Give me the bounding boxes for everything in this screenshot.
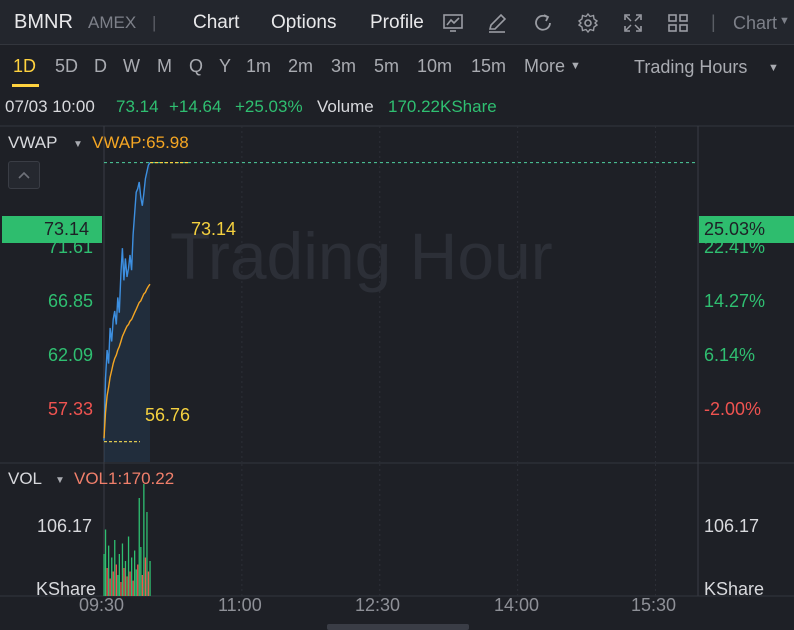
price-axis-label: 66.85 <box>48 291 94 311</box>
volume-bar <box>147 571 150 596</box>
volume-bar <box>138 498 140 596</box>
volume-bar <box>143 484 145 596</box>
volume-indicator-select[interactable]: VOL <box>8 469 42 489</box>
volume-bar <box>104 529 107 596</box>
price-axis-label: 62.09 <box>48 345 94 365</box>
volume-bar <box>124 561 127 596</box>
high-price-marker: 73.14 <box>191 219 237 239</box>
volume-bar <box>129 571 131 596</box>
volume-bar <box>103 554 105 596</box>
low-price-marker: 56.76 <box>145 405 191 425</box>
volume-unit-label-right: KShare <box>704 579 765 599</box>
volume-bar <box>123 568 125 596</box>
volume-bar <box>146 512 148 596</box>
volume-bar <box>135 569 137 596</box>
volume-bar <box>134 550 136 596</box>
price-series-layer <box>103 162 698 462</box>
volume-bar <box>127 536 130 596</box>
volume-bar <box>144 557 147 596</box>
pct-axis-label: 22.41% <box>704 237 766 257</box>
volume-bars-layer <box>103 484 151 596</box>
price-axis-label: 57.33 <box>48 399 94 419</box>
volume-bar <box>111 557 113 596</box>
volume-bar <box>114 540 116 596</box>
time-axis-label: 15:30 <box>631 595 677 615</box>
volume-bar <box>141 575 143 596</box>
chart-scrollbar[interactable] <box>327 624 469 630</box>
volume-bar <box>109 578 111 596</box>
time-axis-label: 14:00 <box>494 595 540 615</box>
time-axis-label: 12:30 <box>355 595 401 615</box>
volume-bar <box>120 582 122 596</box>
volume-indicator-dropdown-icon[interactable]: ▼ <box>55 475 65 486</box>
pct-axis-label: 14.27% <box>704 291 766 311</box>
volume-bar <box>137 564 139 596</box>
price-area <box>104 162 150 462</box>
volume-bar <box>108 545 110 596</box>
time-axis-label: 09:30 <box>79 595 125 615</box>
volume-indicator-value: VOL1:170.22 <box>74 469 175 488</box>
pct-axis-label: -2.00% <box>704 399 762 419</box>
volume-bar <box>115 564 117 596</box>
price-chart[interactable] <box>0 0 794 630</box>
time-axis-label: 11:00 <box>218 595 262 615</box>
price-axis-label: 71.61 <box>48 237 94 257</box>
volume-axis-label-right: 106.17 <box>704 516 760 536</box>
volume-bar <box>112 571 114 596</box>
pct-axis-label: 6.14% <box>704 345 756 365</box>
volume-bar <box>140 547 142 596</box>
volume-bar <box>126 576 128 596</box>
volume-bar <box>106 568 108 596</box>
volume-bar <box>117 575 119 596</box>
volume-bar <box>131 557 133 596</box>
volume-bar <box>132 580 134 596</box>
volume-bar <box>121 543 124 596</box>
volume-axis-label: 106.17 <box>37 516 93 536</box>
volume-bar <box>149 561 151 596</box>
volume-bar <box>118 554 120 596</box>
